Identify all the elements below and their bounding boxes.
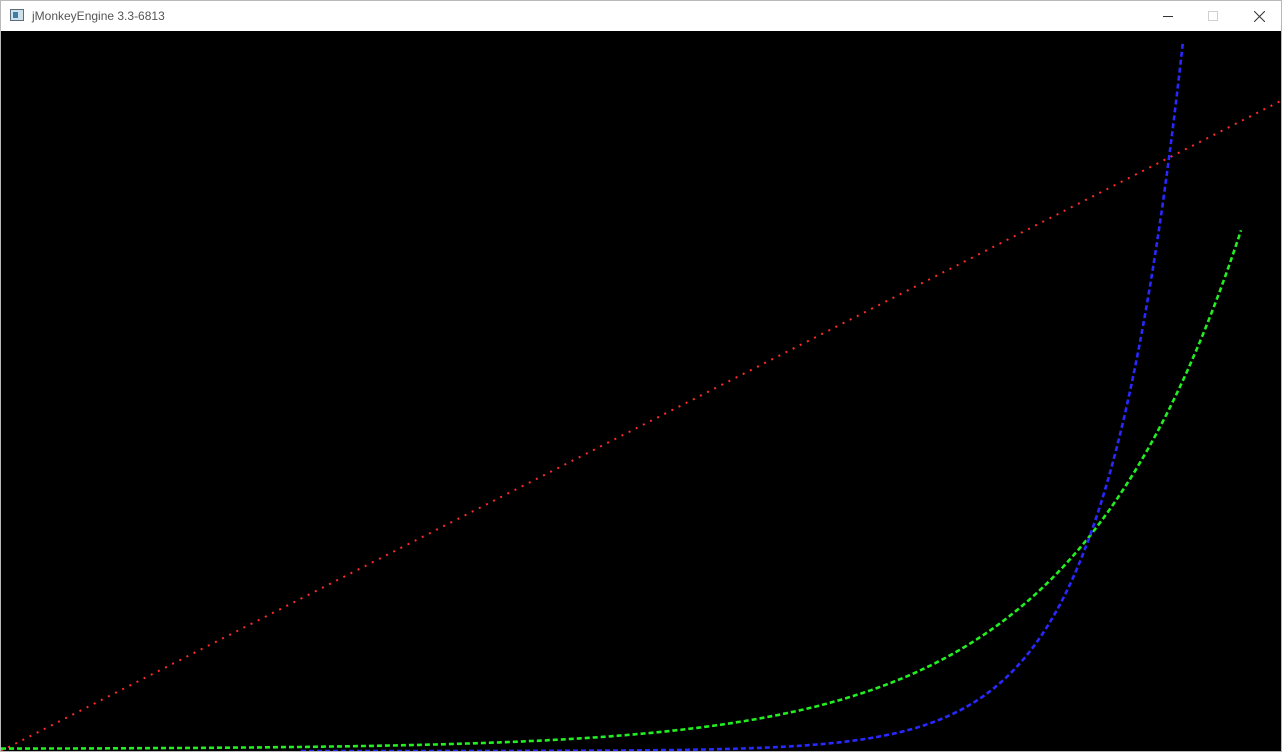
minimize-button[interactable] (1145, 1, 1191, 31)
close-icon (1253, 10, 1265, 22)
maximize-button[interactable] (1190, 1, 1236, 31)
maximize-icon (1208, 11, 1218, 21)
close-button[interactable] (1236, 1, 1282, 31)
window-title: jMonkeyEngine 3.3-6813 (32, 9, 165, 23)
title-bar[interactable]: jMonkeyEngine 3.3-6813 (1, 1, 1281, 31)
minimize-icon (1163, 16, 1173, 17)
scene-background (1, 31, 1281, 751)
app-window-icon (10, 9, 24, 21)
render-canvas[interactable] (1, 31, 1281, 751)
scene-svg (1, 31, 1281, 751)
application-window: jMonkeyEngine 3.3-6813 (0, 0, 1282, 752)
